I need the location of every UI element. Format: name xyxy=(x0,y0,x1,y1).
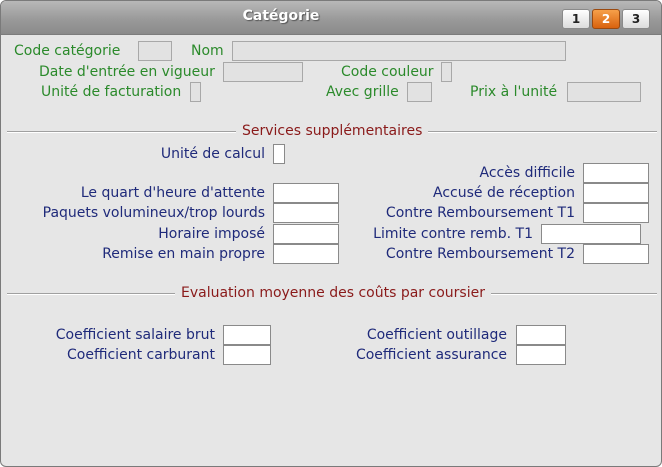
evaluation-section-title: Evaluation moyenne des coûts par coursie… xyxy=(175,284,491,302)
title-bar: Catégorie 1 2 3 xyxy=(1,1,661,35)
quart-heure-field[interactable] xyxy=(273,183,339,203)
acces-difficile-label: Accès difficile xyxy=(479,165,575,181)
coef-assurance-label: Coefficient assurance xyxy=(355,347,507,363)
services-section-title: Services supplémentaires xyxy=(236,122,429,140)
coef-assurance-field[interactable] xyxy=(516,345,566,365)
coef-salaire-label: Coefficient salaire brut xyxy=(55,327,215,343)
contre-remb-t2-label: Contre Remboursement T2 xyxy=(385,246,575,262)
coef-outillage-field[interactable] xyxy=(516,325,566,345)
prix-unite-label: Prix à l'unité xyxy=(470,84,558,100)
code-couleur-label: Code couleur xyxy=(341,64,434,80)
nom-field[interactable] xyxy=(232,41,566,61)
acces-difficile-field[interactable] xyxy=(583,163,649,183)
unite-calcul-label: Unité de calcul xyxy=(160,146,265,162)
avec-grille-label: Avec grille xyxy=(326,84,399,100)
tab-3-button[interactable]: 3 xyxy=(622,9,650,29)
limite-remb-t1-label: Limite contre remb. T1 xyxy=(373,226,533,242)
code-categorie-label: Code catégorie xyxy=(14,43,121,59)
prix-unite-field[interactable] xyxy=(567,82,641,102)
contre-remb-t1-field[interactable] xyxy=(583,203,649,223)
unite-facturation-label: Unité de facturation xyxy=(41,84,182,100)
date-entree-label: Date d'entrée en vigueur xyxy=(39,64,215,80)
accuse-reception-label: Accusé de réception xyxy=(433,185,575,201)
limite-remb-t1-field[interactable] xyxy=(541,224,641,244)
window-title: Catégorie xyxy=(242,8,320,24)
date-entree-field[interactable] xyxy=(223,62,303,82)
paquets-field[interactable] xyxy=(273,203,339,223)
nom-label: Nom xyxy=(191,43,224,59)
unite-facturation-field[interactable] xyxy=(190,82,201,102)
accuse-reception-field[interactable] xyxy=(583,183,649,203)
code-couleur-field[interactable] xyxy=(441,62,452,82)
remise-main-field[interactable] xyxy=(273,244,339,264)
tab-2-button[interactable]: 2 xyxy=(592,9,620,29)
coef-carburant-label: Coefficient carburant xyxy=(67,347,215,363)
horaire-impose-field[interactable] xyxy=(273,224,339,244)
horaire-impose-label: Horaire imposé xyxy=(158,226,265,242)
quart-heure-label: Le quart d'heure d'attente xyxy=(80,185,265,201)
tab-1-button[interactable]: 1 xyxy=(562,9,590,29)
contre-remb-t1-label: Contre Remboursement T1 xyxy=(385,205,575,221)
coef-salaire-field[interactable] xyxy=(223,325,271,345)
coef-carburant-field[interactable] xyxy=(223,345,271,365)
contre-remb-t2-field[interactable] xyxy=(583,244,649,264)
unite-calcul-field[interactable] xyxy=(273,144,285,164)
code-categorie-field[interactable] xyxy=(138,41,172,61)
avec-grille-field[interactable] xyxy=(407,82,432,102)
remise-main-label: Remise en main propre xyxy=(102,246,265,262)
category-window: Catégorie 1 2 3 Code catégorie Nom Date … xyxy=(0,0,662,467)
paquets-label: Paquets volumineux/trop lourds xyxy=(42,205,265,221)
coef-outillage-label: Coefficient outillage xyxy=(366,327,507,343)
